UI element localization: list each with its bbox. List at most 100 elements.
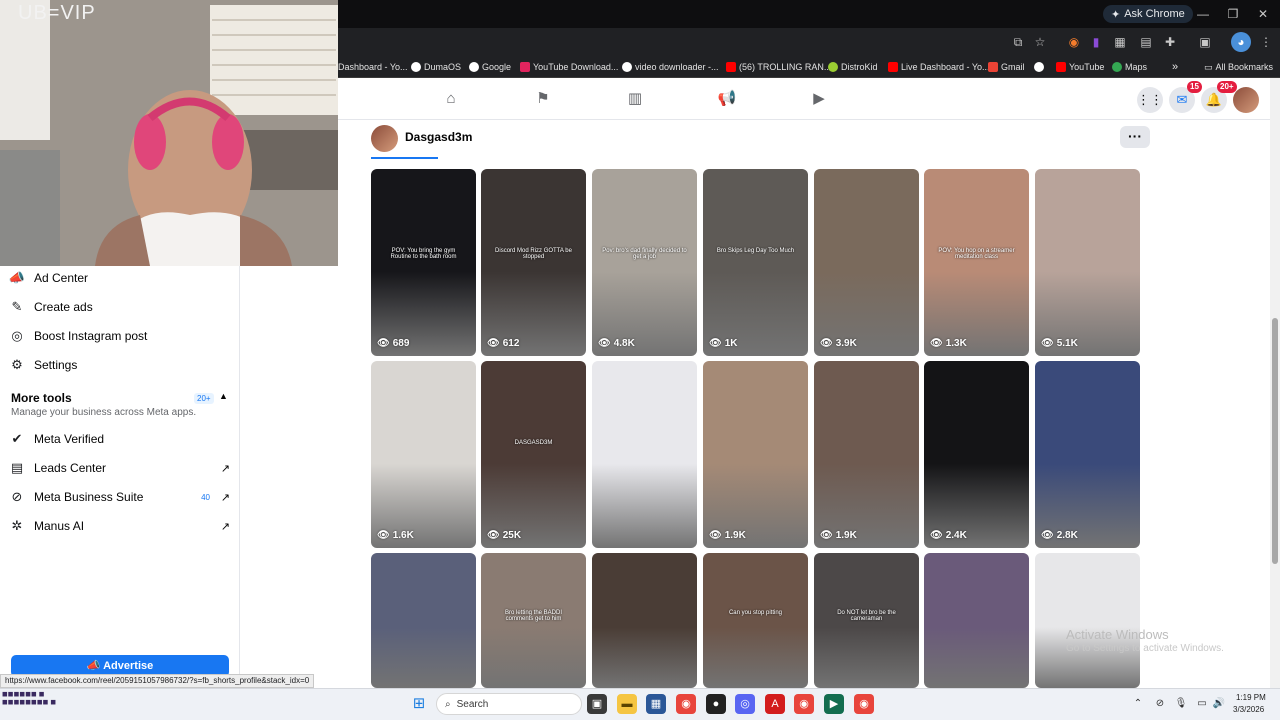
bookmark-item[interactable]: DumaOS	[411, 59, 461, 75]
reel-card[interactable]: 👁 1.9K	[814, 361, 919, 548]
profile-avatar[interactable]	[371, 125, 398, 152]
bookmark-item[interactable]: (56) TROLLING RAN...	[726, 59, 831, 75]
reel-card[interactable]	[592, 553, 697, 688]
reel-card[interactable]	[371, 553, 476, 688]
bookmark-favicon	[622, 62, 632, 72]
windows-start-icon[interactable]: ⊞	[409, 694, 429, 714]
network-off-icon[interactable]: ⊘	[1153, 697, 1167, 711]
extension-icon[interactable]: ▮	[1086, 32, 1106, 52]
chrome-menu-icon[interactable]: ⋮	[1256, 32, 1276, 52]
extension-icon[interactable]: ▤	[1136, 32, 1156, 52]
close-icon[interactable]: ✕	[1248, 4, 1278, 24]
obs-icon[interactable]: ●	[706, 694, 726, 714]
reel-card[interactable]: Discord Mod Rizz GOTTA be stopped 👁 612	[481, 169, 586, 356]
megaphone-icon: 📣	[86, 660, 101, 672]
reel-caption: Pov: bro's dad finally decided to get a …	[602, 247, 687, 260]
bookmark-star-icon[interactable]: ☆	[1030, 32, 1050, 52]
sidebar-item-manus-ai[interactable]: ✲ Manus AI ↗	[8, 514, 232, 538]
app-icon[interactable]: ▦	[646, 694, 666, 714]
extension-icon[interactable]: ▦	[1110, 32, 1130, 52]
chrome-icon[interactable]: ◉	[676, 694, 696, 714]
reel-card[interactable]: POV: You bring the gym Routine to the ba…	[371, 169, 476, 356]
messenger-badge: 15	[1187, 81, 1202, 93]
scrollbar-thumb[interactable]	[1272, 318, 1278, 564]
bookmark-item[interactable]: YouTube Download...	[520, 59, 618, 75]
task-view-icon[interactable]: ▣	[587, 694, 607, 714]
bookmarks-overflow-icon[interactable]: »	[1172, 59, 1178, 75]
terminal-icon[interactable]: ▶	[824, 694, 844, 714]
chrome-icon[interactable]: ◉	[794, 694, 814, 714]
taskbar-search[interactable]: ⌕ Search	[436, 693, 582, 715]
more-tools-heading[interactable]: More tools	[11, 391, 72, 405]
minimize-icon[interactable]: —	[1188, 4, 1218, 24]
reel-card[interactable]: 👁 1.9K	[703, 361, 808, 548]
reel-card[interactable]: DASGASD3M 👁 25K	[481, 361, 586, 548]
menu-grid-icon[interactable]: ⋮⋮	[1137, 87, 1163, 113]
clock-time[interactable]: 1:19 PM	[1236, 693, 1266, 702]
bookmark-item[interactable]: Google	[469, 59, 511, 75]
bookmark-item[interactable]: DistroKid	[828, 59, 878, 75]
adobe-icon[interactable]: A	[765, 694, 785, 714]
install-app-icon[interactable]: ⧉	[1008, 32, 1028, 52]
bookmark-favicon	[520, 62, 530, 72]
megaphone-icon[interactable]: 📢	[716, 88, 738, 110]
chevron-up-icon[interactable]: ▲	[219, 391, 228, 401]
restore-icon[interactable]: ❐	[1218, 4, 1248, 24]
ask-chrome-button[interactable]: ✦ Ask Chrome	[1103, 5, 1193, 23]
display-icon[interactable]: ▭	[1195, 697, 1209, 711]
extensions-puzzle-icon[interactable]: ✚	[1160, 32, 1180, 52]
sidebar-item-settings[interactable]: ⚙ Settings	[8, 353, 232, 377]
account-avatar[interactable]	[1233, 87, 1259, 113]
status-url: https://www.facebook.com/reel/2059151057…	[0, 674, 315, 688]
reel-card[interactable]: Do NOT let bro be the cameraman	[814, 553, 919, 688]
eye-icon: 👁	[709, 530, 722, 541]
reel-card[interactable]: Bro Skips Leg Day Too Much 👁 1K	[703, 169, 808, 356]
bookmark-item[interactable]: YouTube	[1056, 59, 1104, 75]
bookmark-item[interactable]: Gmail	[988, 59, 1025, 75]
sidebar-item-ad-center[interactable]: 📣 Ad Center	[8, 266, 232, 290]
sidebar-item-boost-instagram[interactable]: ◎ Boost Instagram post	[8, 324, 232, 348]
sidebar-item-meta-verified[interactable]: ✔ Meta Verified	[8, 427, 232, 451]
more-options-button[interactable]: ···	[1120, 126, 1150, 148]
reel-card[interactable]: 👁 3.9K	[814, 169, 919, 356]
file-explorer-icon[interactable]: ▬	[617, 694, 637, 714]
reel-card[interactable]: POV: You hop on a streamer meditation cl…	[924, 169, 1029, 356]
more-tools-badge: 20+	[194, 393, 214, 404]
sidebar-item-leads-center[interactable]: ▤ Leads Center ↗	[8, 456, 232, 480]
bookmark-item[interactable]: Dashboard - Yo...	[338, 59, 408, 75]
bookmark-item[interactable]	[1034, 59, 1047, 75]
discord-icon[interactable]: ◎	[735, 694, 755, 714]
flag-icon[interactable]: ⚑	[532, 88, 554, 110]
chrome-profile-avatar[interactable]: ◕	[1231, 32, 1251, 52]
extension-icon[interactable]: ◉	[1064, 32, 1084, 52]
reel-card[interactable]: Can you stop pitting	[703, 553, 808, 688]
reel-card[interactable]: Bro letting the BADDI comments get to hi…	[481, 553, 586, 688]
home-icon[interactable]: ⌂	[440, 88, 462, 110]
reel-card[interactable]	[924, 553, 1029, 688]
view-count-text: 689	[392, 338, 410, 349]
microphone-icon[interactable]: 🎙	[1174, 697, 1188, 711]
manus-ai-icon: ✲	[11, 518, 23, 533]
marketplace-icon[interactable]: ▥	[624, 88, 646, 110]
reel-card[interactable]: Pov: bro's dad finally decided to get a …	[592, 169, 697, 356]
sidebar-item-meta-business-suite[interactable]: ⊘ Meta Business Suite 40 ↗	[8, 485, 232, 509]
reel-view-count: 👁 1.6K	[377, 530, 414, 541]
reel-card[interactable]	[592, 361, 697, 548]
reel-card[interactable]: 👁 5.1K	[1035, 169, 1140, 356]
bookmark-item[interactable]: video downloader -...	[622, 59, 719, 75]
chrome-icon[interactable]: ◉	[854, 694, 874, 714]
side-panel-icon[interactable]: ▣	[1195, 32, 1215, 52]
all-bookmarks-button[interactable]: ▭ All Bookmarks	[1204, 59, 1273, 75]
reel-card[interactable]: 👁 2.8K	[1035, 361, 1140, 548]
reel-card[interactable]	[1035, 553, 1140, 688]
profile-name[interactable]: Dasgasd3m	[405, 130, 472, 144]
bookmark-item[interactable]: Live Dashboard - Yo...	[888, 59, 990, 75]
bookmark-item[interactable]: Maps	[1112, 59, 1147, 75]
sidebar-item-create-ads[interactable]: ✎ Create ads	[8, 295, 232, 319]
clock-date[interactable]: 3/3/2026	[1233, 705, 1264, 714]
reel-card[interactable]: 👁 2.4K	[924, 361, 1029, 548]
volume-icon[interactable]: 🔊	[1212, 697, 1226, 711]
reel-card[interactable]: 👁 1.6K	[371, 361, 476, 548]
video-icon[interactable]: ▶	[808, 88, 830, 110]
chevron-up-icon[interactable]: ⌃	[1131, 697, 1145, 711]
